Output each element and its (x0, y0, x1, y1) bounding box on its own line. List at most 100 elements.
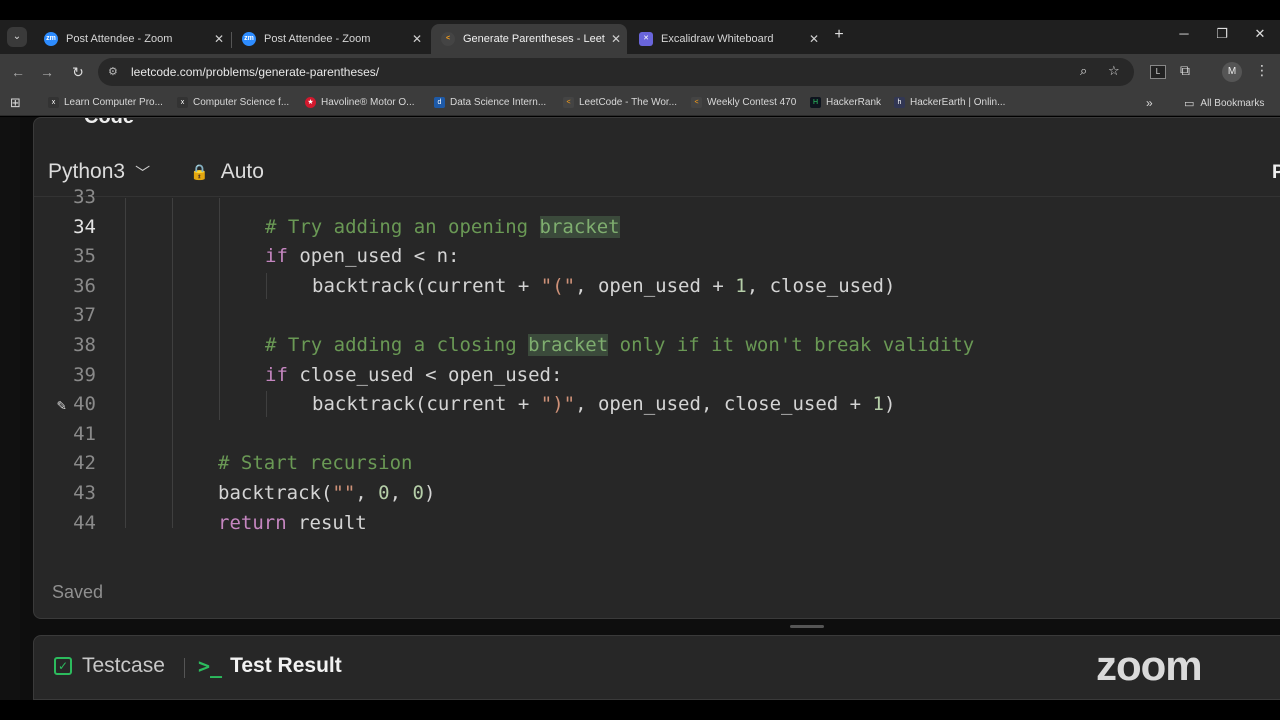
comment-token: # Try adding a closing (265, 334, 529, 356)
bookmark-item[interactable]: d Data Science Intern... (434, 97, 546, 108)
checkbox-icon: ✓ (54, 657, 72, 675)
url-text[interactable]: leetcode.com/problems/generate-parenthes… (131, 65, 379, 79)
screen-top-border (0, 0, 1280, 20)
code-token: ) (423, 482, 436, 504)
tab-title: Post Attendee - Zoom (264, 33, 371, 45)
code-token: ) (883, 393, 896, 416)
leetcode-icon: < (441, 32, 455, 46)
profile-avatar[interactable]: M (1222, 62, 1242, 82)
number-token: 0 (412, 482, 424, 504)
language-selector[interactable]: Python3 ﹀ (48, 160, 150, 184)
code-text: return result (218, 509, 367, 539)
tab-title: Generate Parentheses - LeetCo (463, 33, 605, 45)
number-token: 0 (378, 482, 390, 504)
bookmark-item[interactable]: < LeetCode - The Wor... (563, 97, 677, 108)
code-line: 41 (34, 420, 1274, 450)
bookmark-item[interactable]: H HackerRank (810, 97, 881, 108)
toolbar-right-clip: P (1272, 162, 1280, 184)
forward-icon[interactable]: → (38, 63, 56, 81)
code-token: close_used < open_used: (287, 363, 563, 386)
bookmarks-bar: ⊞ x Learn Computer Pro... x Computer Scien… (0, 90, 1280, 116)
bookmark-item[interactable]: h HackerEarth | Onlin... (894, 97, 1005, 108)
zoom-watermark-logo: zoom (1096, 642, 1203, 689)
code-area[interactable]: 33 34 # Try adding an opening bracket 35… (34, 186, 1280, 558)
tab-zoom-2[interactable]: zm Post Attendee - Zoom ✕ (232, 24, 428, 54)
bookmark-label: Learn Computer Pro... (64, 97, 163, 108)
close-tab-icon[interactable]: ✕ (406, 32, 428, 46)
testcase-label: Testcase (82, 654, 165, 677)
address-bar[interactable]: ⚙ leetcode.com/problems/generate-parenth… (98, 58, 1134, 86)
comment-token: # Try adding an opening (265, 215, 540, 238)
tab-strip: ⌄ zm Post Attendee - Zoom ✕ zm Post Atte… (0, 20, 1280, 54)
code-line: 39 if close_used < open_used: (34, 361, 1274, 391)
code-line: 37 (34, 301, 1274, 331)
close-tab-icon[interactable]: ✕ (605, 32, 627, 46)
bookmark-label: Data Science Intern... (450, 97, 547, 108)
string-token: ")" (540, 393, 576, 416)
tab-test-result[interactable]: >_ Test Result (198, 654, 342, 678)
tab-search-chevron-icon[interactable]: ⌄ (7, 27, 27, 47)
back-icon[interactable]: ← (9, 63, 27, 81)
tab-leetcode[interactable]: < Generate Parentheses - LeetCo ✕ (431, 24, 627, 54)
highlighted-token: bracket (528, 334, 609, 356)
bookmark-label: Computer Science f... (193, 97, 290, 108)
code-editor-panel: Code Python3 ﹀ 🔒 Auto P 33 34 (33, 117, 1280, 619)
tab-title: Excalidraw Whiteboard (661, 33, 774, 45)
reload-icon[interactable]: ↻ (69, 63, 87, 81)
code-token: , (389, 482, 413, 504)
save-status: Saved (52, 582, 104, 602)
close-window-icon[interactable]: ✕ (1250, 26, 1270, 42)
tab-zoom-1[interactable]: zm Post Attendee - Zoom ✕ (34, 24, 230, 54)
all-bookmarks[interactable]: ▭ All Bookmarks (1184, 97, 1264, 110)
extension-l-icon[interactable]: L (1150, 65, 1166, 79)
code-line: ✎ 40 backtrack(current + ")", open_used,… (34, 390, 1274, 420)
line-number: 42 (73, 452, 96, 475)
panel-title: Code (84, 117, 134, 128)
code-token: , close_used) (746, 274, 896, 297)
bookmark-item[interactable]: x Learn Computer Pro... (48, 97, 163, 108)
bookmark-item[interactable]: x Computer Science f... (177, 97, 289, 108)
navigation-bar: ← → ↻ ⚙ leetcode.com/problems/generate-p… (0, 54, 1280, 90)
comment-token: only if it won't break validity (608, 334, 975, 356)
site-info-icon[interactable]: ⚙ (108, 65, 118, 78)
bookmark-item[interactable]: ★ Havoline® Motor O... (305, 97, 415, 108)
auto-mode[interactable]: 🔒 Auto (190, 160, 264, 184)
page: Code Python3 ﹀ 🔒 Auto P 33 34 (0, 117, 1280, 700)
language-label: Python3 (48, 160, 126, 183)
bottom-panel: ✓ Testcase >_ Test Result zoom (33, 635, 1280, 700)
left-gutter (0, 117, 20, 700)
close-tab-icon[interactable]: ✕ (208, 32, 230, 46)
mode-label: Auto (220, 160, 264, 183)
minimize-icon[interactable]: ─ (1174, 26, 1194, 41)
test-result-label: Test Result (230, 654, 342, 677)
zoom-magnifier-icon[interactable]: ⌕ (1080, 63, 1087, 79)
code-token: backtrack(current + (312, 393, 541, 416)
bookmarks-overflow-icon[interactable]: » (1146, 96, 1153, 110)
number-token: 1 (735, 274, 747, 297)
code-line: 35 if open_used < n: (34, 242, 1274, 272)
terminal-icon: >_ (198, 654, 223, 678)
code-line: 42 # Start recursion (34, 449, 1274, 479)
bookmark-star-icon[interactable]: ☆ (1108, 63, 1120, 79)
apps-grid-icon[interactable]: ⊞ (10, 95, 21, 111)
menu-kebab-icon[interactable]: ⋮ (1255, 62, 1269, 79)
new-tab-icon[interactable]: + (830, 26, 848, 44)
all-bookmarks-label: All Bookmarks (1200, 98, 1265, 109)
bookmark-label: Havoline® Motor O... (321, 97, 415, 108)
restore-icon[interactable]: ❐ (1212, 26, 1232, 42)
tab-excalidraw[interactable]: ✕ Excalidraw Whiteboard ✕ (629, 24, 825, 54)
close-tab-icon[interactable]: ✕ (803, 32, 825, 46)
keyword-token: if (265, 245, 288, 268)
line-number: 40 (73, 393, 96, 416)
code-text: backtrack(current + ")", open_used, clos… (312, 390, 895, 420)
resize-handle[interactable] (790, 625, 824, 628)
extensions-puzzle-icon[interactable]: ⧉ (1180, 62, 1190, 79)
code-line: 38 # Try adding a closing bracket only i… (34, 331, 1274, 361)
bookmark-item[interactable]: < Weekly Contest 470 (691, 97, 796, 108)
bookmark-label: LeetCode - The Wor... (579, 97, 678, 108)
line-number: 38 (73, 334, 96, 356)
code-text: # Try adding a closing bracket only if i… (265, 331, 974, 361)
code-line: 44 return result (34, 509, 1274, 539)
code-token: , (355, 482, 379, 504)
tab-testcase[interactable]: ✓ Testcase (54, 654, 165, 678)
